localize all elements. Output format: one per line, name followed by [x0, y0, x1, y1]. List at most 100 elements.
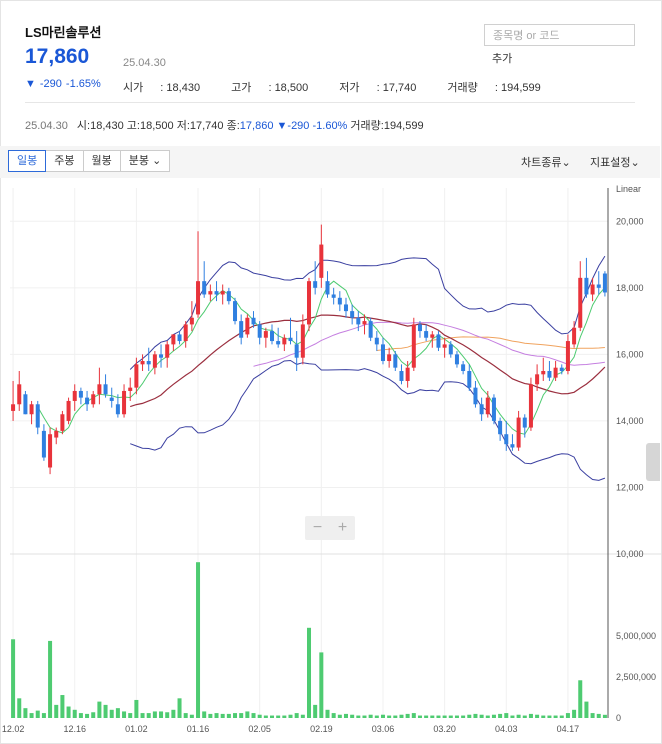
- ohlc-high: 18,500: [139, 120, 174, 132]
- volume-bar: [202, 711, 207, 718]
- candle-body: [29, 404, 34, 415]
- candle-body: [356, 317, 361, 325]
- price-volume-chart[interactable]: Linear 10,000 12,000 14,000 16,000 18,000 20,0…: [0, 180, 662, 742]
- volume-bar: [461, 715, 466, 718]
- volume-bar: [596, 713, 601, 718]
- volume-bar: [448, 715, 453, 718]
- volume-bar: [535, 714, 540, 718]
- volume-bar: [282, 715, 287, 718]
- candle-body: [491, 397, 496, 421]
- candle-body: [66, 400, 71, 421]
- candle-body: [485, 397, 490, 415]
- ohlc-date: 25.04.30: [25, 120, 68, 132]
- candle-body: [510, 444, 515, 448]
- volume-bar: [504, 713, 509, 718]
- volume-bar: [572, 709, 577, 718]
- stock-name: LS마린솔루션: [25, 25, 102, 40]
- ohlc-close: 17,860: [239, 120, 274, 132]
- candle-body: [325, 281, 330, 295]
- volume-bar: [578, 680, 583, 718]
- down-arrow-icon: ▼: [25, 78, 36, 90]
- volume-bar: [220, 713, 225, 718]
- volume-bar: [368, 714, 373, 718]
- chart-toolbar: 일봉 주봉 월봉 분봉 ⌄ 차트종류⌄ 지표설정⌄: [0, 146, 660, 178]
- candle-body: [319, 244, 324, 278]
- candle-body: [183, 324, 188, 342]
- candle-body: [48, 434, 53, 468]
- volume-bar: [294, 713, 299, 718]
- candle-body: [504, 434, 509, 445]
- candle-body: [72, 390, 77, 401]
- volume-bar: [276, 715, 281, 718]
- candle-body: [165, 344, 170, 358]
- add-button[interactable]: 추가: [492, 50, 512, 66]
- current-price: 17,860: [25, 45, 90, 68]
- candle-body: [461, 364, 466, 371]
- stat-open: 시가 : 18,430: [123, 82, 201, 94]
- volume-bar: [313, 704, 318, 718]
- candle-body: [103, 384, 108, 395]
- ma60-line: [376, 336, 605, 351]
- chevron-down-icon: ⌄: [561, 157, 571, 169]
- volume-bar: [35, 710, 40, 718]
- tab-minute[interactable]: 분봉 ⌄: [119, 150, 171, 172]
- volume-bar: [214, 713, 219, 718]
- candle-body: [368, 321, 373, 338]
- volume-bar: [11, 639, 16, 718]
- candle-body: [467, 371, 472, 388]
- candle-body: [535, 374, 540, 385]
- candle-body: [306, 281, 312, 325]
- ohlc-volume: 194,599: [383, 120, 424, 132]
- ohlc-change-percent: -1.60%: [312, 120, 348, 132]
- candle-body: [436, 334, 441, 348]
- volume-bar: [491, 714, 496, 718]
- candle-body: [140, 361, 145, 365]
- candle-body: [251, 317, 256, 325]
- chart-type-menu[interactable]: 차트종류⌄: [521, 154, 571, 170]
- price-tick-label: 14,000: [616, 416, 644, 426]
- change-value: -290: [39, 78, 62, 90]
- candle-body: [387, 354, 392, 362]
- candle-body: [35, 404, 40, 428]
- volume-bar: [146, 713, 151, 718]
- volume-bar: [356, 715, 361, 718]
- volume-bar: [251, 713, 256, 718]
- volume-bar: [233, 713, 238, 718]
- zoom-controls: − +: [305, 516, 355, 540]
- volume-bar: [319, 652, 324, 718]
- volume-bar: [288, 714, 293, 718]
- candle-body: [177, 334, 182, 342]
- volume-bar: [48, 640, 53, 718]
- indicator-menu[interactable]: 지표설정⌄: [590, 154, 640, 170]
- candle-body: [115, 404, 120, 415]
- volume-bar: [115, 708, 120, 718]
- date-tick-label: 04.17: [557, 724, 580, 734]
- candle-body: [11, 404, 16, 411]
- volume-bar: [54, 704, 59, 718]
- y-scale-label: Linear: [616, 184, 641, 194]
- zoom-in-icon[interactable]: +: [338, 519, 347, 537]
- candle-body: [128, 387, 133, 391]
- volume-bar: [91, 712, 96, 718]
- volume-tick-label: 2,500,000: [616, 672, 656, 682]
- volume-bar: [226, 713, 231, 718]
- tab-weekly[interactable]: 주봉: [45, 150, 84, 172]
- candle-body: [411, 324, 416, 368]
- zoom-out-icon[interactable]: −: [313, 519, 322, 537]
- candle-body: [78, 390, 83, 398]
- volume-bar: [399, 714, 404, 718]
- candle-body: [300, 324, 305, 358]
- change-percent: -1.65%: [65, 78, 101, 90]
- volume-bar: [306, 627, 312, 718]
- panel-collapse-handle[interactable]: [646, 443, 660, 481]
- stock-search-input[interactable]: 종목명 or 코드: [484, 24, 635, 46]
- candle-body: [109, 397, 114, 401]
- tab-monthly[interactable]: 월봉: [82, 150, 121, 172]
- candle-body: [343, 304, 348, 312]
- candle-body: [257, 324, 262, 338]
- candle-body: [479, 404, 484, 415]
- volume-bar: [522, 715, 527, 718]
- tab-daily[interactable]: 일봉: [8, 150, 47, 172]
- candle-body: [559, 367, 564, 371]
- candle-body: [97, 384, 102, 395]
